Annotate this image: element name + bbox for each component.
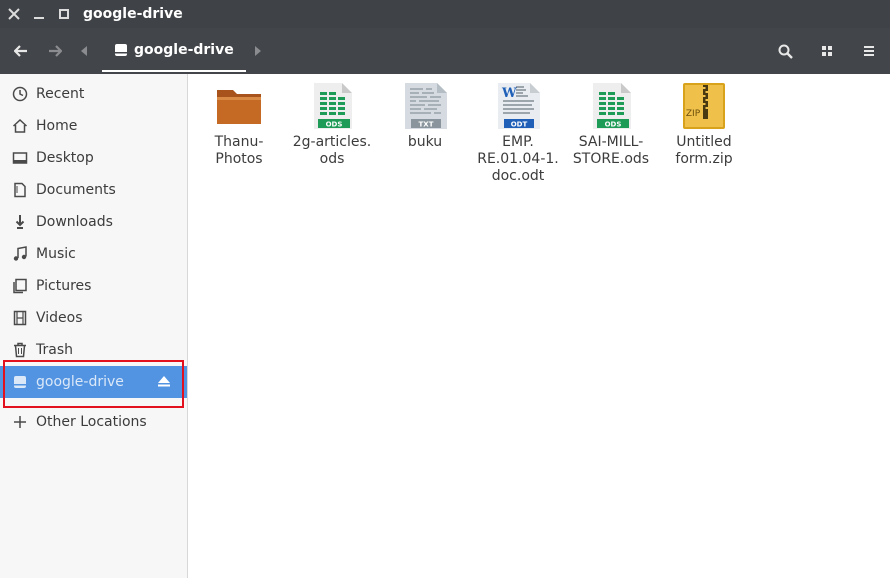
sidebar-item-label: Other Locations [36, 414, 147, 430]
close-window-button[interactable] [3, 3, 25, 25]
svg-text:W: W [501, 86, 517, 101]
file-name: buku [407, 134, 443, 150]
path-bar-current[interactable]: google-drive [102, 30, 246, 72]
film-icon [13, 310, 26, 326]
sidebar-item-trash[interactable]: Trash [0, 334, 187, 366]
home-icon [12, 118, 27, 133]
arrow-left-icon [14, 45, 27, 57]
folder-icon [215, 82, 263, 130]
sidebar-item-music[interactable]: Music [0, 238, 187, 270]
caret-left-icon [81, 46, 87, 56]
file-type-badge: ODT [511, 121, 528, 129]
clock-icon [12, 86, 27, 102]
eject-icon [158, 376, 170, 387]
window-title: google-drive [83, 6, 183, 22]
download-icon [15, 215, 24, 229]
spreadsheet-icon: ODS [587, 82, 635, 130]
sidebar-item-label: Pictures [36, 278, 92, 294]
music-icon [13, 246, 27, 261]
file-name: 2g-articles. ods [292, 134, 372, 167]
sidebar-item-label: Documents [36, 182, 116, 198]
sidebar-item-label: Recent [36, 86, 85, 102]
maximize-icon [59, 9, 69, 19]
sidebar-item-label: Home [36, 118, 78, 134]
sidebar-item-label: Downloads [36, 214, 113, 230]
sidebar-item-downloads[interactable]: Downloads [0, 206, 187, 238]
spreadsheet-icon: ODS [308, 82, 356, 130]
arrow-right-icon [49, 45, 62, 57]
sidebar-item-pictures[interactable]: Pictures [0, 270, 187, 302]
path-bar-label: google-drive [134, 42, 234, 58]
pictures-icon [12, 278, 27, 294]
back-button[interactable] [4, 28, 38, 74]
view-toggle-button[interactable] [806, 28, 848, 74]
file-item[interactable]: ODS SAI-MILL- STORE.ods [566, 82, 656, 168]
menu-button[interactable] [848, 28, 890, 74]
search-icon [778, 44, 793, 59]
path-scroll-right-button[interactable] [246, 28, 270, 74]
sidebar-item-label: google-drive [36, 374, 124, 390]
header-actions [764, 28, 890, 74]
sidebar-item-label: Desktop [36, 150, 94, 166]
file-type-badge: ZIP [686, 109, 701, 119]
close-icon [8, 8, 20, 20]
hamburger-icon [864, 46, 874, 56]
sidebar-item-recent[interactable]: Recent [0, 78, 187, 110]
file-item[interactable]: TXT buku [380, 82, 470, 151]
file-view: Thanu- Photos ODS 2g-articles. ods TXT b… [189, 74, 890, 578]
file-type-badge: TXT [419, 121, 434, 129]
sidebar-item-google-drive[interactable]: google-drive [0, 366, 187, 398]
sidebar-item-videos[interactable]: Videos [0, 302, 187, 334]
sidebar: Recent Home Desktop Documents Downloads … [0, 74, 188, 578]
file-item[interactable]: W ODT EMP. RE.01.04-1. doc.odt [473, 82, 563, 185]
sidebar-item-label: Videos [36, 310, 83, 326]
eject-button[interactable] [157, 374, 171, 392]
header-bar: google-drive [0, 28, 890, 74]
maximize-window-button[interactable] [53, 3, 75, 25]
text-file-icon: TXT [401, 82, 449, 130]
file-item[interactable]: Thanu- Photos [194, 82, 284, 168]
sidebar-item-other-locations[interactable]: Other Locations [0, 406, 187, 438]
sidebar-item-desktop[interactable]: Desktop [0, 142, 187, 174]
document-icon: W ODT [494, 82, 542, 130]
trash-icon [13, 342, 26, 358]
drive-icon [115, 44, 127, 56]
file-type-badge: ODS [605, 121, 622, 129]
path-scroll-left-button[interactable] [72, 28, 96, 74]
forward-button[interactable] [38, 28, 72, 74]
sidebar-item-label: Trash [36, 342, 73, 358]
drive-icon [13, 376, 26, 388]
documents-icon [13, 182, 26, 198]
minimize-icon [34, 17, 44, 19]
file-item[interactable]: ZIP Untitled form.zip [659, 82, 749, 168]
plus-icon [13, 416, 26, 428]
title-bar: google-drive [0, 0, 890, 28]
sidebar-item-label: Music [36, 246, 76, 262]
sidebar-item-documents[interactable]: Documents [0, 174, 187, 206]
desktop-icon [12, 152, 27, 164]
zip-icon: ZIP [680, 82, 728, 130]
sidebar-item-home[interactable]: Home [0, 110, 187, 142]
file-name: Thanu- Photos [214, 134, 264, 167]
file-item[interactable]: ODS 2g-articles. ods [287, 82, 377, 168]
file-name: Untitled form.zip [675, 134, 733, 167]
file-name: EMP. RE.01.04-1. doc.odt [477, 134, 559, 184]
file-type-badge: ODS [326, 121, 343, 129]
grid-icon [822, 46, 832, 56]
minimize-window-button[interactable] [28, 3, 50, 25]
file-name: SAI-MILL- STORE.ods [572, 134, 650, 167]
search-button[interactable] [764, 28, 806, 74]
caret-right-icon [254, 46, 261, 56]
